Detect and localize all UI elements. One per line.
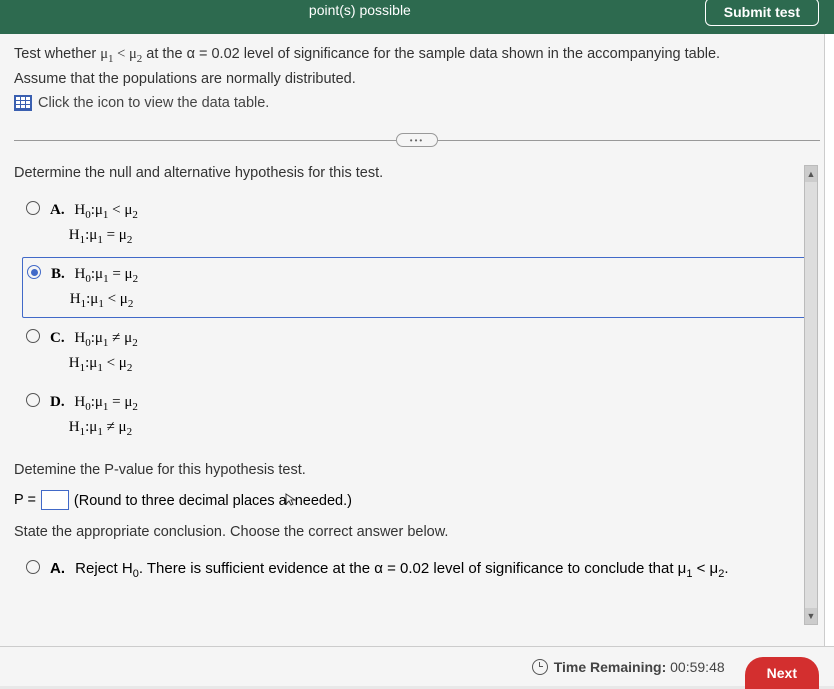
p-value-hint: (Round to three decimal places aneeded.) (74, 492, 352, 509)
part2-instruction: Detemine the P-value for this hypothesis… (14, 462, 795, 478)
hypothesis-options: A. H0:μ1 < μ2 H1:μ1 = μ2 B. H0:μ1 = μ2 H… (22, 193, 795, 446)
section-divider: ••• (14, 133, 820, 147)
p-value-input[interactable] (41, 490, 69, 510)
option-b[interactable]: B. H0:μ1 = μ2 H1:μ1 < μ2 (22, 257, 815, 318)
option-b-content: B. H0:μ1 = μ2 H1:μ1 < μ2 (51, 263, 138, 312)
part3-instruction: State the appropriate conclusion. Choose… (14, 524, 795, 540)
option-c[interactable]: C. H0:μ1 ≠ μ2 H1:μ1 < μ2 (22, 321, 795, 382)
radio-d[interactable] (26, 393, 40, 407)
scroll-down-button[interactable]: ▼ (805, 608, 817, 624)
timer-label: Time Remaining: (554, 659, 667, 675)
radio-b[interactable] (27, 265, 41, 279)
p-value-row: P = (Round to three decimal places aneed… (14, 490, 795, 510)
points-possible-label: point(s) possible (15, 0, 705, 18)
question-panel: Test whether μ1 < μ2 at the α = 0.02 lev… (0, 34, 834, 646)
question-assumption: Assume that the populations are normally… (14, 69, 820, 91)
conclusion-a-content: A. Reject H0. There is sufficient eviden… (50, 558, 729, 583)
option-a-content: A. H0:μ1 < μ2 H1:μ1 = μ2 (50, 199, 138, 248)
scroll-up-button[interactable]: ▲ (805, 166, 817, 182)
timer: Time Remaining: 00:59:48 (532, 659, 725, 675)
answer-scroll-area: Determine the null and alternative hypot… (14, 165, 820, 625)
option-a[interactable]: A. H0:μ1 < μ2 H1:μ1 = μ2 (22, 193, 795, 254)
bottom-bar: Time Remaining: 00:59:48 Next (0, 646, 834, 686)
option-c-content: C. H0:μ1 ≠ μ2 H1:μ1 < μ2 (50, 327, 138, 376)
scrollbar[interactable]: ▲ ▼ (804, 165, 818, 625)
option-d-content: D. H0:μ1 = μ2 H1:μ1 ≠ μ2 (50, 391, 138, 440)
submit-test-button[interactable]: Submit test (705, 0, 819, 26)
data-table-link-text: Click the icon to view the data table. (38, 95, 269, 111)
timer-value: 00:59:48 (670, 659, 725, 675)
option-d[interactable]: D. H0:μ1 = μ2 H1:μ1 ≠ μ2 (22, 385, 795, 446)
divider-handle-icon[interactable]: ••• (396, 133, 438, 147)
conclusion-option-a[interactable]: A. Reject H0. There is sufficient eviden… (22, 552, 795, 589)
next-button[interactable]: Next (745, 657, 819, 689)
question-statement: Test whether μ1 < μ2 at the α = 0.02 lev… (14, 44, 820, 67)
p-equals-label: P = (14, 492, 36, 508)
part1-instruction: Determine the null and alternative hypot… (14, 165, 795, 181)
top-bar: point(s) possible Submit test (0, 0, 834, 34)
clock-icon (532, 659, 548, 675)
side-strip (824, 34, 834, 646)
cursor-icon (284, 492, 298, 509)
radio-c[interactable] (26, 329, 40, 343)
data-table-link[interactable]: Click the icon to view the data table. (14, 95, 820, 111)
radio-a[interactable] (26, 201, 40, 215)
conclusion-radio-a[interactable] (26, 560, 40, 574)
table-icon (14, 95, 32, 111)
